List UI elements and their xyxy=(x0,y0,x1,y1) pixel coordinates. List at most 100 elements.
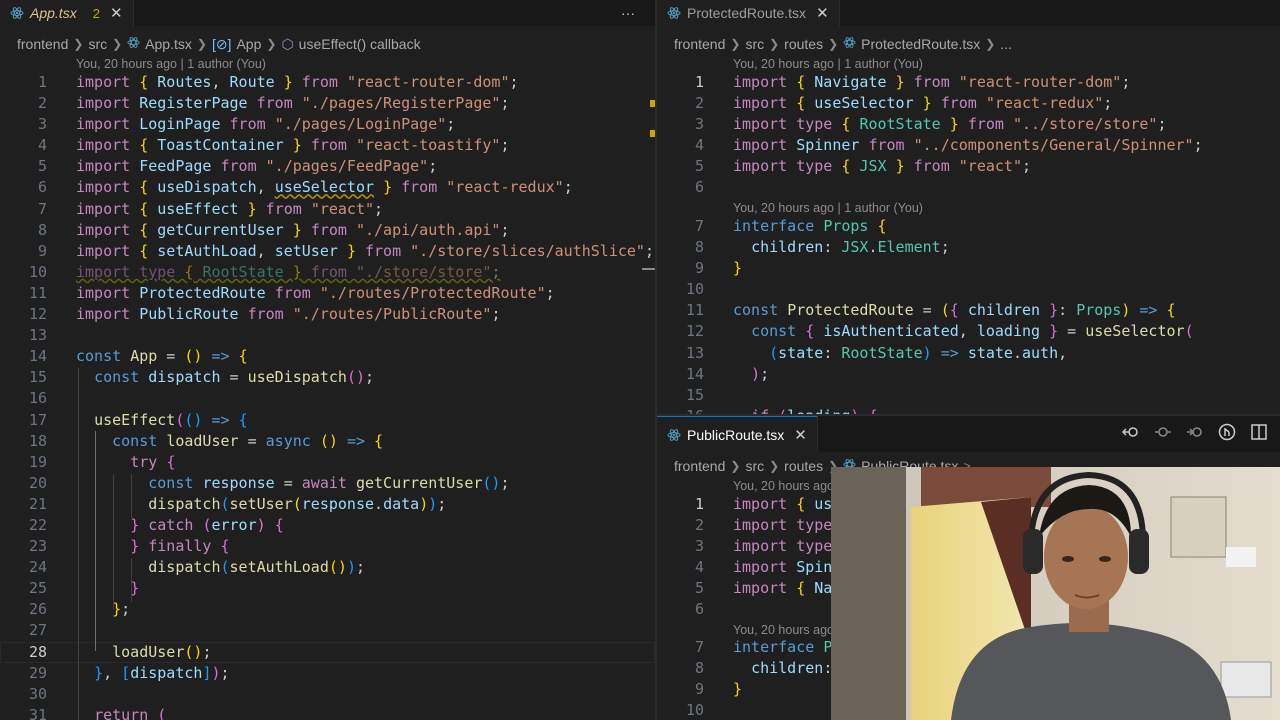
code-line: 3 import LoginPage from "./pages/LoginPag… xyxy=(37,115,456,134)
code-line: 2 import RegisterPage from "./pages/Regis… xyxy=(37,94,510,113)
code-line: 16 xyxy=(28,389,47,408)
breadcrumb-item[interactable]: ProtectedRoute.tsx xyxy=(861,36,980,52)
tab-public-route[interactable]: PublicRoute.tsx ✕ xyxy=(657,416,818,452)
code-line: 6 xyxy=(694,178,704,197)
left-editor-group: App.tsx 2 ✕ ··· frontend ❯ src ❯ App.tsx ❯ … xyxy=(0,0,655,720)
chevron-right-icon: ❯ xyxy=(196,37,207,51)
code-line: 18 const loadUser = async () => { xyxy=(28,431,384,450)
webcam-overlay xyxy=(831,467,1280,720)
code-line: 22 } catch (error) { xyxy=(28,515,284,534)
git-compare-icon[interactable] xyxy=(1218,423,1236,445)
react-icon xyxy=(843,36,856,52)
code-line: 9} xyxy=(694,259,743,278)
code-line: 4 import Spinner from "../components/Gene… xyxy=(694,136,1203,155)
tab-app-tsx[interactable]: App.tsx 2 ✕ xyxy=(0,0,134,26)
go-forward-icon[interactable] xyxy=(1154,423,1172,445)
chevron-right-icon: ❯ xyxy=(769,37,780,51)
next-change-icon[interactable] xyxy=(1186,423,1204,445)
right-top-tab-bar: ProtectedRoute.tsx ✕ xyxy=(657,0,1280,26)
code-line: 25 } xyxy=(28,579,140,598)
breadcrumb: frontend ❯ src ❯ routes ❯ ProtectedRoute.ts… xyxy=(657,34,1280,54)
code-line: 24 dispatch(setAuthLoad()); xyxy=(28,558,365,577)
left-tab-bar: App.tsx 2 ✕ ··· xyxy=(0,0,655,26)
code-line: 2 import { useSelector } from "react-redu… xyxy=(694,94,1113,113)
git-blame-annotation: You, 20 hours ago | 1 author (You) xyxy=(76,57,266,71)
code-line: 1 import { Routes, Route } from "react-ro… xyxy=(37,73,519,91)
code-line: 27 xyxy=(28,621,47,640)
code-line: 26 }; xyxy=(28,600,131,619)
indent-guide xyxy=(131,558,132,602)
webcam-person-image xyxy=(831,467,1280,720)
close-icon[interactable]: ✕ xyxy=(794,426,807,444)
code-line: 20 const response = await getCurrentUser… xyxy=(28,473,510,492)
chevron-right-icon: ❯ xyxy=(266,37,277,51)
right-top-editor-group: ProtectedRoute.tsx ✕ frontend ❯ src ❯ rout… xyxy=(657,0,1280,414)
react-icon xyxy=(127,36,140,52)
code-line: 5 import type { JSX } from "react"; xyxy=(694,157,1032,176)
breadcrumb-item[interactable]: useEffect() callback xyxy=(299,36,421,52)
code-line: 11 const ProtectedRoute = ({ children }: … xyxy=(685,301,1176,320)
code-editor[interactable]: 1 import { Routes, Route } from "react-ro… xyxy=(0,72,655,720)
chevron-right-icon: ❯ xyxy=(73,37,84,51)
breadcrumb-item[interactable]: frontend xyxy=(17,36,68,52)
code-line: 1 import { Navigate } from "react-router-… xyxy=(694,73,1131,91)
indent-guide xyxy=(95,431,96,651)
go-back-icon[interactable] xyxy=(1121,423,1140,445)
code-line: 5 import FeedPage from "./pages/FeedPage"… xyxy=(37,157,438,176)
tab-protected-route[interactable]: ProtectedRoute.tsx ✕ xyxy=(657,0,840,26)
close-icon[interactable]: ✕ xyxy=(816,4,829,22)
git-blame-annotation: You, 20 hours ago | 1 author (You) xyxy=(733,201,923,215)
code-line: 9 import { setAuthLoad, setUser } from ".… xyxy=(37,241,654,260)
breadcrumb-item[interactable]: frontend xyxy=(674,458,725,474)
code-line: 29 }, [dispatch]); xyxy=(28,663,230,682)
breadcrumb-item[interactable]: App.tsx xyxy=(145,36,192,52)
git-blame-annotation: You, 20 hours ago | 1 author (You) xyxy=(733,57,923,71)
symbol-method-icon: ⬡ xyxy=(281,35,294,52)
chevron-right-icon: ❯ xyxy=(112,37,123,51)
breadcrumb-item[interactable]: routes xyxy=(784,36,823,52)
breadcrumb-item[interactable]: src xyxy=(745,458,764,474)
close-icon[interactable]: ✕ xyxy=(110,4,123,22)
editor-actions xyxy=(1121,423,1280,445)
code-line: 13 (state: RootState) => state.auth, xyxy=(685,343,1068,362)
breadcrumb-item[interactable]: App xyxy=(236,36,261,52)
split-editor-icon[interactable] xyxy=(1250,423,1268,445)
chevron-right-icon: ❯ xyxy=(985,37,996,51)
indent-guide xyxy=(113,474,114,610)
problem-count-badge: 2 xyxy=(92,5,100,21)
breadcrumb-item[interactable]: src xyxy=(88,36,107,52)
breadcrumb-item[interactable]: ... xyxy=(1000,36,1012,52)
react-icon xyxy=(667,428,681,442)
code-editor-continued[interactable]: 7 interface Props { 8 children: JSX.Eleme… xyxy=(657,216,1280,414)
code-line: 28 loadUser(); xyxy=(0,641,655,663)
code-line: 12 import PublicRoute from "./routes/Publ… xyxy=(28,305,501,324)
react-icon xyxy=(10,6,24,20)
code-line: 7 interface Props { xyxy=(694,217,887,235)
code-line: 7 import { useEffect } from "react"; xyxy=(37,199,384,218)
chevron-right-icon: ❯ xyxy=(828,37,839,51)
breadcrumb-item[interactable]: src xyxy=(745,36,764,52)
code-line: 8 children: JSX.Element; xyxy=(694,238,950,257)
code-line: 10 xyxy=(685,280,704,299)
react-icon xyxy=(667,6,681,20)
code-line: 15 xyxy=(685,385,704,404)
code-line: 31 return ( xyxy=(28,705,167,720)
code-line: 13 xyxy=(28,326,47,345)
code-line: 6 import { useDispatch, useSelector } fro… xyxy=(37,178,573,197)
code-editor[interactable]: 1 import { Navigate } from "react-router-… xyxy=(657,72,1280,199)
chevron-right-icon: ❯ xyxy=(730,459,741,473)
code-line: 21 dispatch(setUser(response.data)); xyxy=(28,494,447,513)
breadcrumb-item[interactable]: frontend xyxy=(674,36,725,52)
code-line: 3 import type { RootState } from "../stor… xyxy=(694,115,1167,134)
breadcrumb-item[interactable]: routes xyxy=(784,458,823,474)
code-line: 19 try { xyxy=(28,452,176,471)
code-line: 23 } finally { xyxy=(28,537,230,556)
code-line: 14 ); xyxy=(685,364,770,383)
code-line: 14 const App = () => { xyxy=(28,347,248,366)
code-line: 16 if (loading) { xyxy=(657,406,1280,414)
chevron-right-icon: ❯ xyxy=(730,37,741,51)
more-actions-icon[interactable]: ··· xyxy=(621,0,655,26)
code-line: 11 import ProtectedRoute from "./routes/P… xyxy=(28,283,555,302)
code-line: 12 const { isAuthenticated, loading } = … xyxy=(685,322,1194,341)
right-bottom-tab-bar: PublicRoute.tsx ✕ xyxy=(657,416,1280,452)
